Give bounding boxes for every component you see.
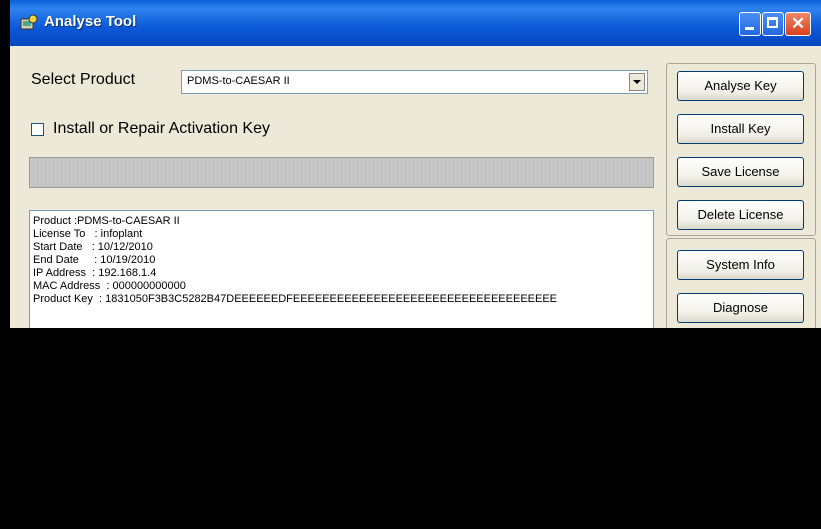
maximize-button[interactable]	[762, 12, 784, 36]
maximize-icon	[767, 17, 778, 28]
app-icon	[20, 14, 38, 30]
minimize-button[interactable]	[739, 12, 761, 36]
close-icon: ✕	[790, 14, 806, 33]
chevron-down-icon[interactable]	[629, 73, 645, 91]
output-line: MAC Address : 000000000000	[33, 280, 186, 292]
product-select-value: PDMS-to-CAESAR II	[187, 75, 290, 87]
analyse-tool-window: Analyse Tool ✕ Select Product PDMS-to-CA…	[10, 0, 821, 529]
close-button[interactable]: ✕	[785, 12, 811, 36]
output-line: License To : infoplant	[33, 228, 143, 240]
output-line: Start Date : 10/12/2010	[33, 241, 153, 253]
delete-license-button[interactable]: Delete License	[677, 200, 804, 230]
output-line: Product Key : 1831050F3B3C5282B47DEEEEEE…	[33, 293, 558, 305]
install-repair-checkbox[interactable]	[31, 123, 44, 136]
window-title: Analyse Tool	[44, 13, 137, 30]
diagnose-button[interactable]: Diagnose	[677, 293, 804, 323]
output-line: End Date : 10/19/2010	[33, 254, 156, 266]
system-info-button[interactable]: System Info	[677, 250, 804, 280]
output-line: IP Address : 192.168.1.4	[33, 267, 157, 279]
minimize-icon	[745, 27, 754, 30]
install-key-button[interactable]: Install Key	[677, 114, 804, 144]
progress-bar	[29, 157, 654, 188]
save-license-button[interactable]: Save License	[677, 157, 804, 187]
title-bar[interactable]: Analyse Tool ✕	[10, 0, 821, 46]
select-product-label: Select Product	[31, 71, 136, 88]
analyse-key-button[interactable]: Analyse Key	[677, 71, 804, 101]
output-line: Product :PDMS-to-CAESAR II	[33, 215, 180, 227]
install-repair-checkbox-label[interactable]: Install or Repair Activation Key	[53, 120, 270, 138]
product-select[interactable]: PDMS-to-CAESAR II	[181, 70, 648, 94]
black-overlay	[10, 328, 821, 529]
left-black-strip	[0, 0, 10, 529]
